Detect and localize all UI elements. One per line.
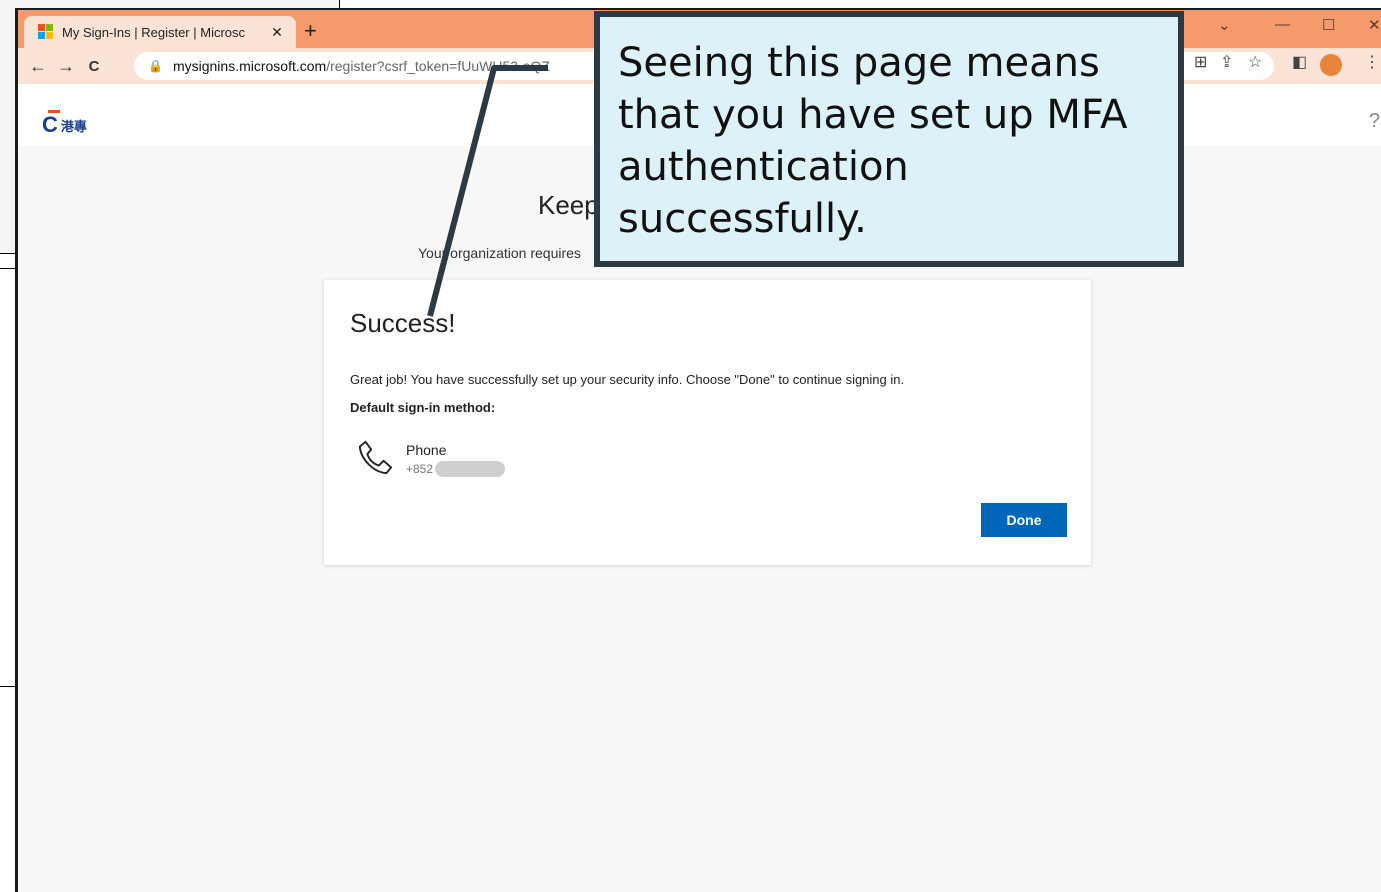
annotation-callout: Seeing this page means that you have set… bbox=[594, 11, 1184, 267]
